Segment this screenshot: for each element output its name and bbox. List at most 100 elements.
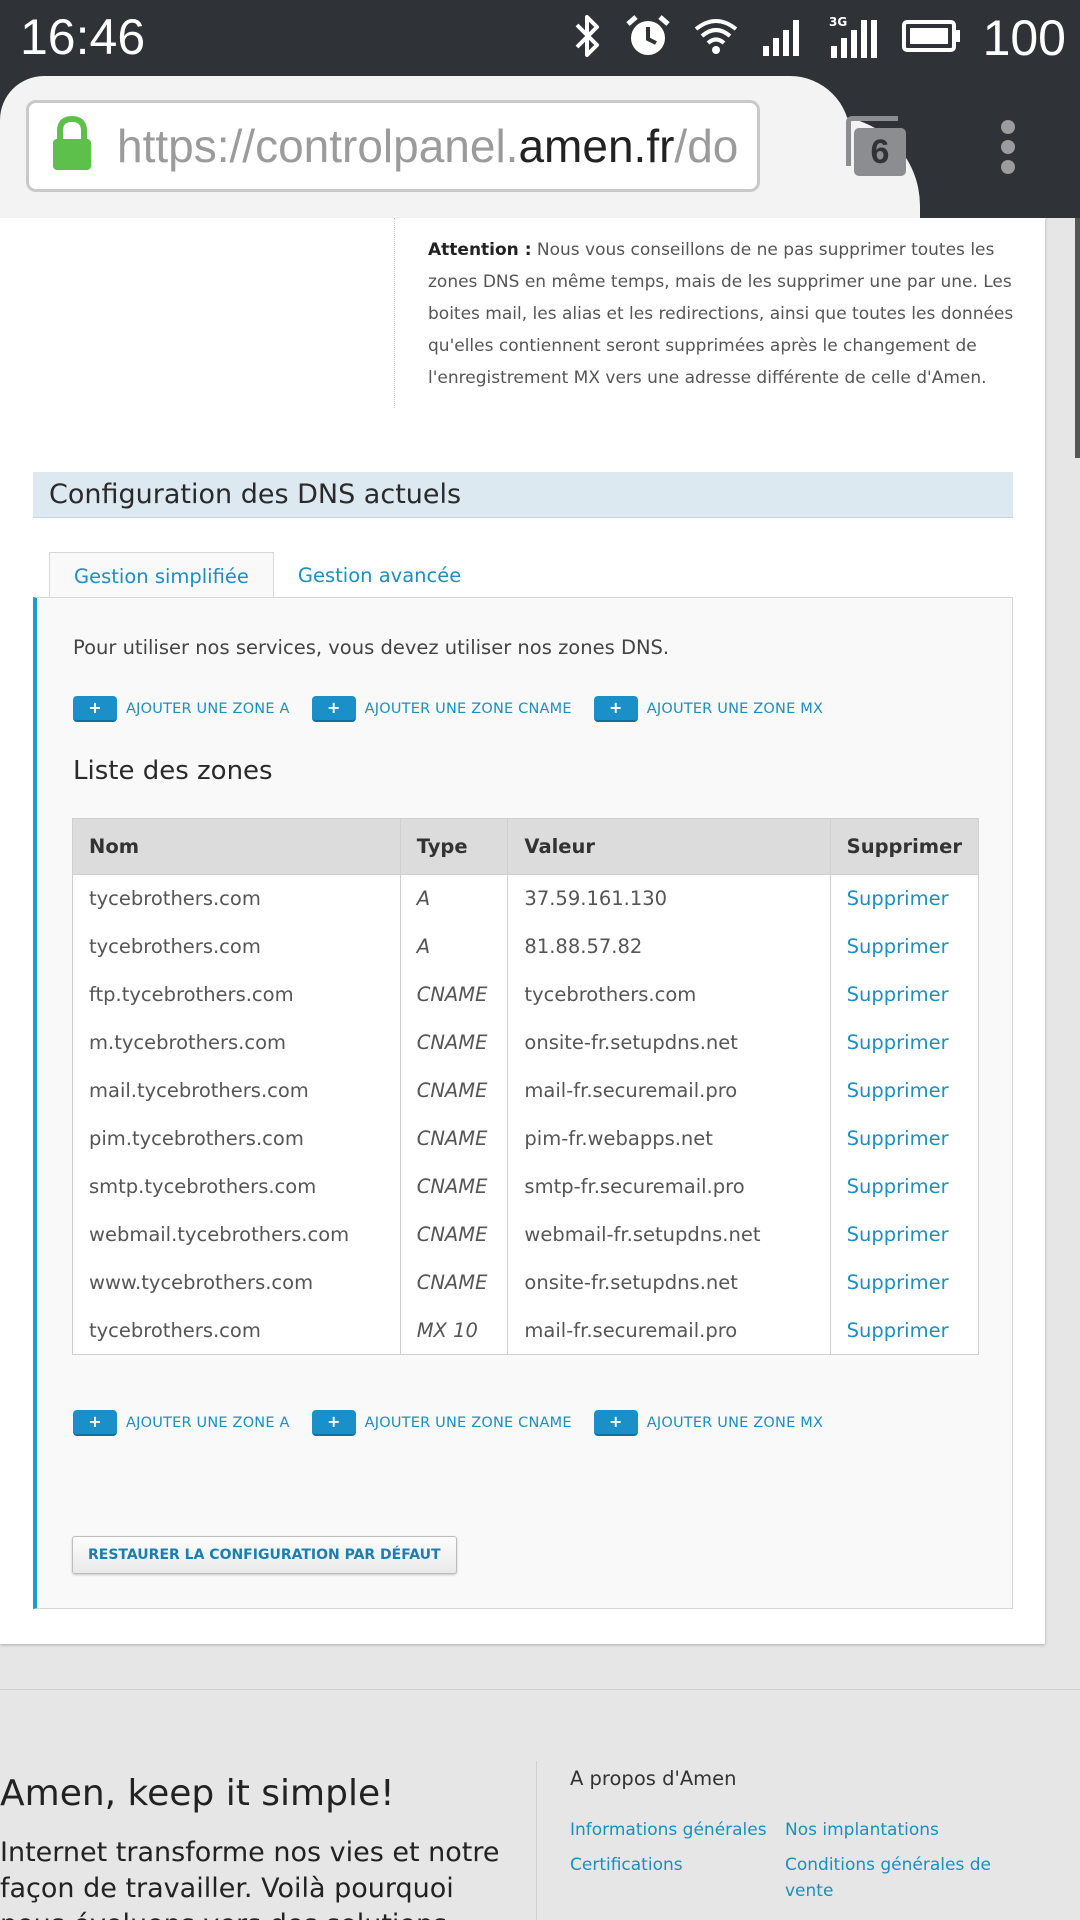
delete-link[interactable]: Supprimer <box>829 1066 980 1115</box>
add-zone-buttons-bottom: + AJOUTER UNE ZONE A + AJOUTER UNE ZONE CN… <box>73 1410 845 1436</box>
cell-valeur: mail-fr.securemail.pro <box>507 1066 831 1115</box>
content-panel: Attention : Nous vous conseillons de ne … <box>0 218 1045 1644</box>
address-bar[interactable]: https://controlpanel.amen.fr/do <box>26 100 760 192</box>
add-zone-mx-button[interactable]: + AJOUTER UNE ZONE MX <box>593 1410 823 1436</box>
add-zone-a-button[interactable]: + AJOUTER UNE ZONE A <box>73 1410 290 1436</box>
column-header-type: Type <box>399 818 509 875</box>
cell-type: CNAME <box>399 1114 509 1163</box>
status-icons: 3G 100 <box>573 10 1066 66</box>
cell-valeur: tycebrothers.com <box>507 970 831 1019</box>
signal-3g-icon: 3G <box>829 14 879 62</box>
footer-tagline: Amen, keep it simple! <box>0 1773 395 1814</box>
footer-link-nos-implantations[interactable]: Nos implantations <box>785 1817 939 1843</box>
section-title: Configuration des DNS actuels <box>33 472 1013 518</box>
column-header-supprimer: Supprimer <box>829 818 980 875</box>
cell-nom: tycebrothers.com <box>72 1306 401 1355</box>
cell-nom: mail.tycebrothers.com <box>72 1066 401 1115</box>
cell-nom: webmail.tycebrothers.com <box>72 1210 401 1259</box>
web-page: Attention : Nous vous conseillons de ne … <box>0 218 1080 1920</box>
table-header-row: Nom Type Valeur Supprimer <box>72 818 980 875</box>
plus-icon: + <box>593 1410 638 1436</box>
delete-link[interactable]: Supprimer <box>829 1258 980 1307</box>
cell-type: A <box>399 922 509 971</box>
table-row: tycebrothers.com A 81.88.57.82 Supprimer <box>72 922 980 971</box>
delete-link[interactable]: Supprimer <box>829 970 980 1019</box>
intro-text: Pour utiliser nos services, vous devez u… <box>73 636 670 659</box>
delete-link[interactable]: Supprimer <box>829 1306 980 1355</box>
plus-icon: + <box>311 696 356 722</box>
cell-valeur: onsite-fr.setupdns.net <box>507 1018 831 1067</box>
add-zone-cname-button[interactable]: + AJOUTER UNE ZONE CNAME <box>311 696 572 722</box>
table-row: m.tycebrothers.com CNAME onsite-fr.setupdn… <box>72 1018 980 1067</box>
tab-gestion-avancee[interactable]: Gestion avancée <box>274 552 485 598</box>
cell-valeur: smtp-fr.securemail.pro <box>507 1162 831 1211</box>
plus-icon: + <box>73 696 117 722</box>
cell-nom: tycebrothers.com <box>72 922 401 971</box>
tab-count: 6 <box>854 128 906 176</box>
footer: Amen, keep it simple! Internet transform… <box>0 1689 1080 1920</box>
delete-link[interactable]: Supprimer <box>829 1114 980 1163</box>
cell-type: MX 10 <box>399 1306 509 1355</box>
signal-icon <box>761 16 807 60</box>
alarm-icon <box>625 13 671 63</box>
tab-switcher-button[interactable]: 6 <box>846 116 906 176</box>
footer-link-informations-generales[interactable]: Informations générales <box>570 1817 767 1843</box>
plus-icon: + <box>311 1410 356 1436</box>
zones-table: Nom Type Valeur Supprimer tycebrothers.c… <box>72 818 980 1355</box>
delete-link[interactable]: Supprimer <box>829 1162 980 1211</box>
cell-type: CNAME <box>399 1018 509 1067</box>
url-text: https://controlpanel.amen.fr/do <box>117 120 739 172</box>
attention-text: Nous vous conseillons de ne pas supprime… <box>428 240 1014 388</box>
table-row: tycebrothers.com MX 10 mail-fr.securemail.… <box>72 1306 980 1355</box>
delete-link[interactable]: Supprimer <box>829 1018 980 1067</box>
bluetooth-icon <box>573 13 603 63</box>
restore-default-button[interactable]: RESTAURER LA CONFIGURATION PAR DÉFAUT <box>72 1536 457 1574</box>
delete-link[interactable]: Supprimer <box>829 922 980 971</box>
cell-nom: tycebrothers.com <box>72 874 401 923</box>
attention-label: Attention : <box>428 240 532 260</box>
cell-nom: www.tycebrothers.com <box>72 1258 401 1307</box>
footer-link-certifications[interactable]: Certifications <box>570 1852 683 1878</box>
cell-type: CNAME <box>399 1162 509 1211</box>
wifi-icon <box>693 16 739 60</box>
cell-nom: smtp.tycebrothers.com <box>72 1162 401 1211</box>
cell-valeur: mail-fr.securemail.pro <box>507 1306 831 1355</box>
cell-nom: ftp.tycebrothers.com <box>72 970 401 1019</box>
cell-valeur: 81.88.57.82 <box>507 922 831 971</box>
plus-icon: + <box>73 1410 117 1436</box>
footer-column-divider <box>536 1761 537 1920</box>
tab-gestion-simplifiee[interactable]: Gestion simplifiée <box>49 552 274 599</box>
add-zone-mx-button[interactable]: + AJOUTER UNE ZONE MX <box>593 696 823 722</box>
tab-panel: Pour utiliser nos services, vous devez u… <box>33 597 1013 1609</box>
table-row: smtp.tycebrothers.com CNAME smtp-fr.secure… <box>72 1162 980 1211</box>
table-row: mail.tycebrothers.com CNAME mail-fr.secure… <box>72 1066 980 1115</box>
table-row: webmail.tycebrothers.com CNAME webmail-fr.… <box>72 1210 980 1259</box>
add-zone-buttons-top: + AJOUTER UNE ZONE A + AJOUTER UNE ZONE CN… <box>73 696 845 722</box>
list-title: Liste des zones <box>73 756 273 786</box>
table-row: tycebrothers.com A 37.59.161.130 Supprimer <box>72 874 980 923</box>
tab-bar: Gestion simplifiée Gestion avancée <box>49 552 485 599</box>
column-header-nom: Nom <box>72 818 401 875</box>
add-zone-a-button[interactable]: + AJOUTER UNE ZONE A <box>73 696 290 722</box>
column-header-valeur: Valeur <box>507 818 831 875</box>
overflow-menu-icon[interactable] <box>996 120 1020 176</box>
footer-about-title: A propos d'Amen <box>570 1767 737 1790</box>
svg-text:3G: 3G <box>829 15 847 29</box>
status-bar: 16:46 3G 100 <box>0 0 1080 76</box>
cell-nom: m.tycebrothers.com <box>72 1018 401 1067</box>
battery-level: 100 <box>982 10 1066 66</box>
cell-type: A <box>399 874 509 923</box>
add-zone-cname-button[interactable]: + AJOUTER UNE ZONE CNAME <box>311 1410 572 1436</box>
cell-type: CNAME <box>399 1210 509 1259</box>
table-row: pim.tycebrothers.com CNAME pim-fr.webapps.… <box>72 1114 980 1163</box>
cell-type: CNAME <box>399 1066 509 1115</box>
footer-link-conditions-generales[interactable]: Conditions générales de vente <box>785 1852 1000 1904</box>
cell-valeur: webmail-fr.setupdns.net <box>507 1210 831 1259</box>
browser-toolbar: https://controlpanel.amen.fr/do 6 <box>0 76 1080 218</box>
delete-link[interactable]: Supprimer <box>829 1210 980 1259</box>
plus-icon: + <box>593 696 638 722</box>
delete-link[interactable]: Supprimer <box>829 874 980 923</box>
scrollbar[interactable] <box>1075 218 1080 458</box>
footer-description: Internet transforme nos vies et notre fa… <box>0 1837 500 1920</box>
table-row: ftp.tycebrothers.com CNAME tycebrothers.co… <box>72 970 980 1019</box>
